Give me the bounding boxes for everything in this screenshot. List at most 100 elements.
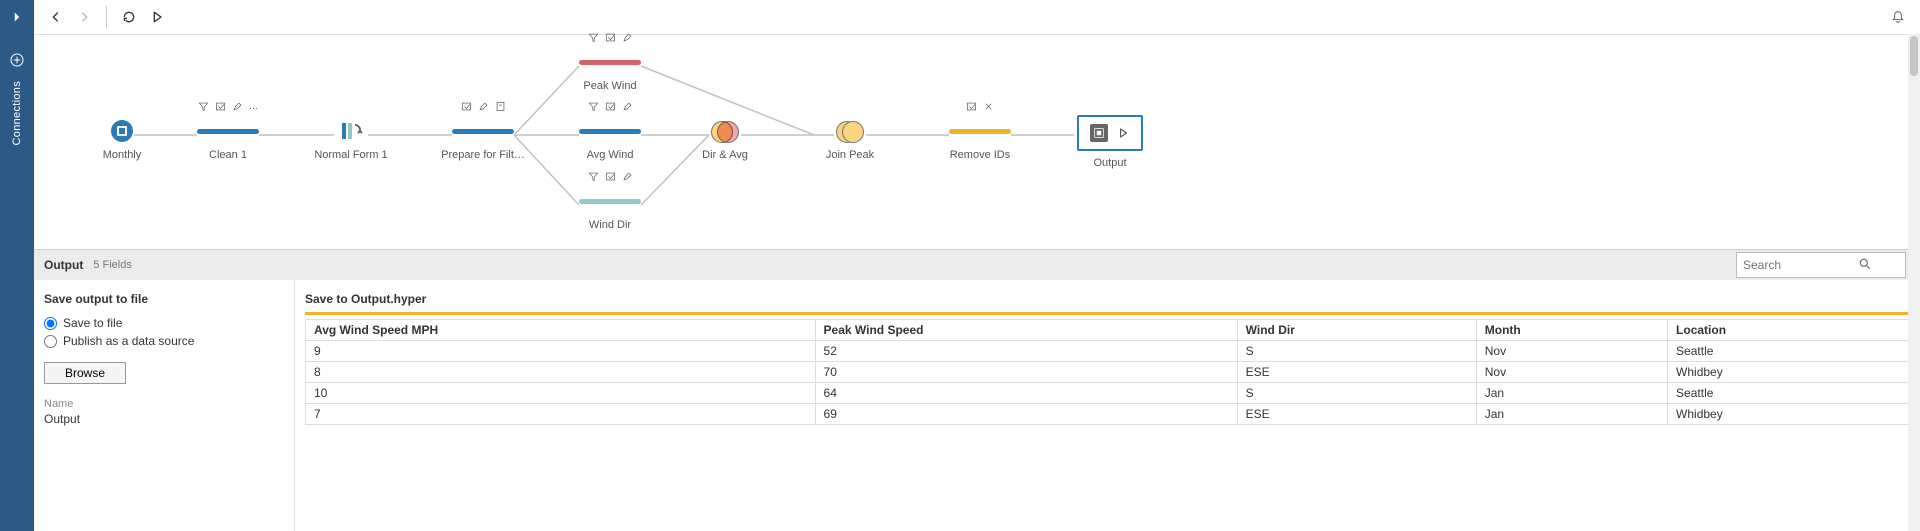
rename-icon: [605, 101, 616, 112]
preview-accent: [305, 312, 1910, 315]
connections-sidebar: Connections: [0, 0, 34, 531]
flow-node-label: Remove IDs: [930, 149, 1030, 161]
browse-button[interactable]: Browse: [44, 362, 126, 384]
rename-icon: [605, 171, 616, 182]
join-full-icon: [836, 120, 864, 142]
add-connection-button[interactable]: [9, 52, 25, 71]
save-heading: Save output to file: [44, 292, 284, 306]
publish-radio[interactable]: [44, 335, 57, 348]
save-to-file-radio[interactable]: [44, 317, 57, 330]
publish-option[interactable]: Publish as a data source: [44, 334, 284, 348]
flow-node-avg[interactable]: Avg Wind: [560, 119, 660, 161]
play-icon: [149, 9, 165, 25]
save-to-file-label: Save to file: [63, 316, 122, 330]
bottom-panel: Output 5 Fields Save output to file Save…: [34, 249, 1920, 531]
table-cell: Nov: [1476, 341, 1667, 362]
filter-icon: [198, 101, 209, 112]
table-header: Wind Dir: [1237, 320, 1476, 341]
flow-node-label: Monthly: [72, 149, 172, 161]
flow-node-normal[interactable]: Normal Form 1: [301, 119, 401, 161]
flow-node-label: Prepare for Filt…: [433, 149, 533, 161]
save-output-pane: Save output to file Save to file Publish…: [34, 280, 295, 531]
bell-icon: [1890, 9, 1906, 25]
table-row: 870ESENovWhidbey: [306, 362, 1910, 383]
search-box: [1736, 252, 1876, 278]
table-cell: 8: [306, 362, 816, 383]
preview-heading: Save to Output.hyper: [305, 292, 1910, 306]
table-header: Month: [1476, 320, 1667, 341]
join-inner-icon: [711, 120, 739, 142]
flow-node-joinpeak[interactable]: Join Peak: [800, 119, 900, 161]
rename-icon: [461, 101, 472, 112]
flow-node-monthly[interactable]: Monthly: [72, 119, 172, 161]
more-icon: …: [249, 101, 259, 112]
table-cell: 10: [306, 383, 816, 404]
table-cell: Jan: [1476, 383, 1667, 404]
fields-count: 5 Fields: [93, 259, 132, 271]
refresh-button[interactable]: [115, 3, 143, 31]
data-extract-icon: [1090, 124, 1108, 142]
rename-icon: [215, 101, 226, 112]
flow-node-removeids[interactable]: Remove IDs: [930, 119, 1030, 161]
flow-node-label: Dir & Avg: [675, 149, 775, 161]
notifications-button[interactable]: [1884, 3, 1912, 31]
flow-node-dir[interactable]: Wind Dir: [560, 189, 660, 231]
forward-button[interactable]: [70, 3, 98, 31]
datasource-icon: [110, 119, 134, 143]
toolbar-divider: [106, 6, 107, 28]
preview-pane: Save to Output.hyper Avg Wind Speed MPHP…: [295, 280, 1920, 531]
table-cell: Nov: [1476, 362, 1667, 383]
preview-table: Avg Wind Speed MPHPeak Wind SpeedWind Di…: [305, 319, 1910, 425]
flow-node-peak[interactable]: Peak Wind: [560, 50, 660, 92]
table-cell: S: [1237, 341, 1476, 362]
table-cell: S: [1237, 383, 1476, 404]
flow-node-label: Clean 1: [178, 149, 278, 161]
sidebar-expand-button[interactable]: [0, 0, 34, 34]
run-flow-button[interactable]: [143, 3, 171, 31]
rename-icon: [966, 101, 977, 112]
table-cell: 64: [815, 383, 1237, 404]
name-field-label: Name: [44, 398, 284, 410]
edit-icon: [622, 171, 633, 182]
edit-icon: [232, 101, 243, 112]
bottom-panel-header: Output 5 Fields: [34, 250, 1920, 280]
flow-node-label: Normal Form 1: [301, 149, 401, 161]
table-cell: 9: [306, 341, 816, 362]
flow-node-prepare[interactable]: Prepare for Filt…: [433, 119, 533, 161]
table-cell: 69: [815, 404, 1237, 425]
arrow-left-icon: [48, 9, 64, 25]
table-row: 769ESEJanWhidbey: [306, 404, 1910, 425]
table-cell: Whidbey: [1668, 404, 1910, 425]
table-cell: ESE: [1237, 404, 1476, 425]
flow-node-label: Output: [1070, 157, 1150, 169]
filter-icon: [588, 171, 599, 182]
back-button[interactable]: [42, 3, 70, 31]
plus-circle-icon: [9, 52, 25, 68]
table-cell: 70: [815, 362, 1237, 383]
table-row: 1064SJanSeattle: [306, 383, 1910, 404]
flow-node-diravg[interactable]: Dir & Avg: [675, 119, 775, 161]
flow-node-label: Peak Wind: [560, 80, 660, 92]
sidebar-label: Connections: [11, 81, 23, 145]
table-row: 952SNovSeattle: [306, 341, 1910, 362]
table-cell: Seattle: [1668, 383, 1910, 404]
arrow-right-icon: [76, 9, 92, 25]
toolbar: [34, 0, 1920, 35]
search-icon: [1858, 257, 1872, 271]
rename-icon: [605, 32, 616, 43]
flow-node-output[interactable]: Output: [1070, 115, 1150, 169]
run-output-icon[interactable]: [1116, 126, 1130, 140]
vertical-scrollbar[interactable]: [1908, 34, 1920, 531]
table-header: Peak Wind Speed: [815, 320, 1237, 341]
table-cell: 7: [306, 404, 816, 425]
save-to-file-option[interactable]: Save to file: [44, 316, 284, 330]
pivot-icon: [339, 119, 363, 143]
search-input[interactable]: [1736, 252, 1906, 278]
flow-node-label: Join Peak: [800, 149, 900, 161]
flow-node-label: Wind Dir: [560, 219, 660, 231]
flow-node-clean1[interactable]: … Clean 1: [178, 119, 278, 161]
table-cell: 52: [815, 341, 1237, 362]
flow-canvas[interactable]: Monthly … Clean 1: [34, 35, 1920, 249]
scrollbar-thumb[interactable]: [1910, 36, 1918, 76]
table-cell: Whidbey: [1668, 362, 1910, 383]
